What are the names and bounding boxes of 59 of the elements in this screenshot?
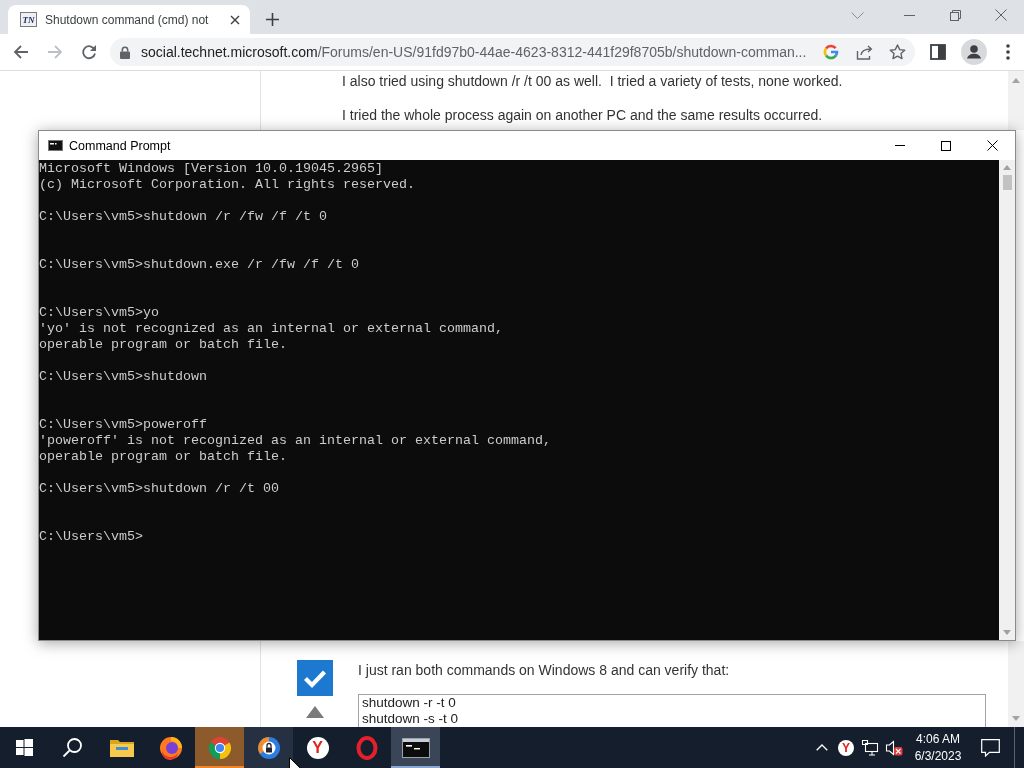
address-bar[interactable]: social.technet.microsoft.com/Forums/en-US/91fd97b0-44ae-4623-8312-441f29f8705b/shutdown-comman... (110, 38, 915, 66)
taskbar-button[interactable] (244, 727, 293, 768)
search-icon[interactable] (62, 737, 83, 758)
post-paragraph: I also tried using shutdown /r /t 00 as well. I tried a variety of tests, none worked. (342, 72, 844, 90)
windows-logo-icon[interactable] (15, 739, 33, 756)
console-line: 'poweroff' is not recognized as an internal or external command, (39, 433, 552, 449)
side-panel-icon[interactable] (930, 44, 946, 60)
console-line: C:\Users\vm5>poweroff (39, 417, 208, 433)
menu-icon[interactable] (1006, 44, 1010, 60)
star-icon[interactable] (889, 44, 907, 60)
folder-icon[interactable] (109, 737, 134, 758)
console-line: operable program or batch file. (39, 337, 288, 353)
minimize-icon[interactable] (903, 14, 915, 16)
console-icon (48, 140, 63, 151)
close-icon[interactable] (986, 140, 998, 151)
browser-icon[interactable] (207, 735, 232, 760)
lock-icon[interactable] (120, 45, 130, 59)
code-line: shutdown -s -t 0 (362, 711, 460, 727)
letter-logo[interactable]: Y (838, 739, 854, 756)
restore-icon[interactable] (949, 9, 961, 21)
console-line: C:\Users\vm5>shutdown (39, 369, 208, 385)
g-logo-icon[interactable] (822, 43, 841, 61)
letter-logo[interactable]: Y (306, 736, 329, 759)
url-text: social.technet.microsoft.com/Forums/en-US/91fd97b0-44ae-4623-8312-441f29f8705b/shutdown-comman... (141, 44, 807, 60)
console-line: C:\Users\vm5>shutdown.exe /r /fw /f /t 0 (39, 257, 360, 273)
network-icon[interactable] (861, 739, 879, 756)
scrollbar-thumb[interactable] (1002, 175, 1012, 190)
console-line: (c) Microsoft Corporation. All rights reserved. (39, 177, 416, 193)
ring-logo-icon[interactable] (355, 735, 378, 760)
console-line: 'yo' is not recognized as an internal or external command, (39, 321, 504, 337)
speaker-muted-icon[interactable] (885, 739, 903, 756)
lock-browser-icon[interactable] (256, 735, 281, 760)
taskbar-button[interactable] (391, 727, 440, 768)
taskbar-clock[interactable]: 4:06 AM 6/3/2023 (909, 727, 967, 768)
chevron-down-icon[interactable] (851, 11, 864, 19)
console-icon[interactable] (401, 737, 430, 758)
plus-icon[interactable] (266, 13, 279, 26)
browser-tab[interactable]: TN Shutdown command (cmd) not (8, 5, 250, 34)
upvote-arrow-icon[interactable] (306, 706, 324, 718)
maximize-icon[interactable] (941, 140, 951, 151)
console-line: Microsoft Windows [Version 10.0.19045.2965] (39, 161, 384, 177)
console-line: C:\Users\vm5>yo (39, 305, 160, 321)
reload-icon[interactable] (81, 44, 97, 60)
arrow-left-icon[interactable] (13, 44, 29, 60)
close-icon[interactable] (230, 14, 240, 25)
code-line: shutdown -r -t 0 (362, 695, 457, 711)
avatar-icon[interactable] (961, 39, 987, 65)
console-line[interactable]: C:\Users\vm5> (39, 529, 999, 545)
notification-icon[interactable] (980, 738, 1000, 757)
answer-text: I just ran both commands on Windows 8 and can verify that: (358, 661, 731, 680)
post-paragraph: I tried the whole process again on another PC and the same results occurred. (342, 106, 824, 124)
favicon-logo: TN (20, 12, 37, 27)
share-icon[interactable] (856, 44, 874, 60)
chevron-up-icon[interactable] (816, 744, 828, 751)
console-line: operable program or batch file. (39, 449, 288, 465)
browser-icon[interactable] (158, 735, 183, 760)
console-line: C:\Users\vm5>shutdown /r /t 00 (39, 481, 280, 497)
console-line: C:\Users\vm5>shutdown /r /fw /f /t 0 (39, 209, 328, 225)
window-title: Command Prompt (69, 138, 172, 153)
